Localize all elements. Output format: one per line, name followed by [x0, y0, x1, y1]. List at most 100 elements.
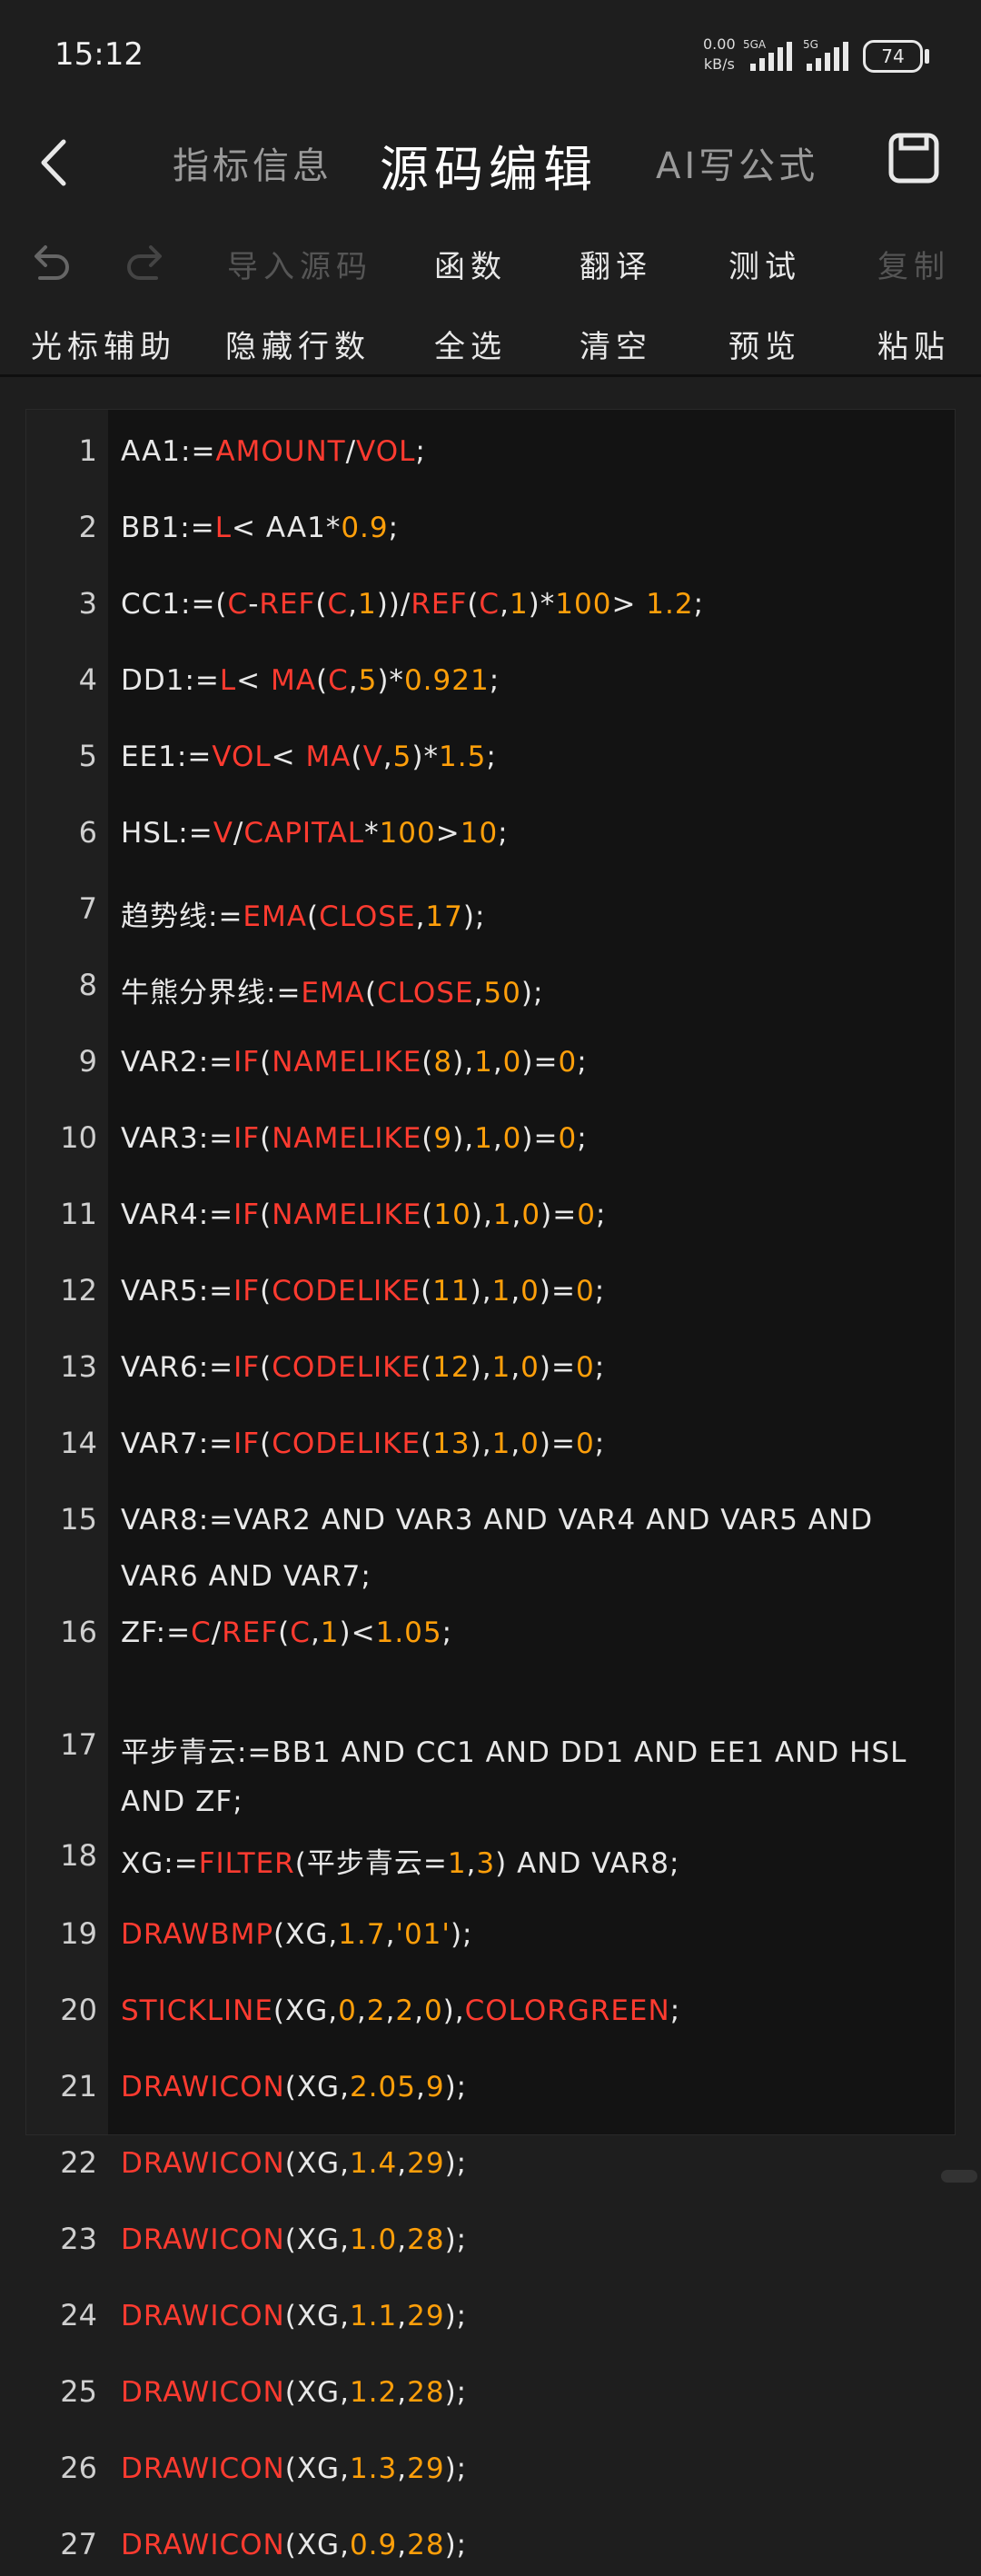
code-text: HSL:=V/CAPITAL*100>10;: [121, 817, 509, 850]
line-number: 5: [78, 739, 97, 773]
line-number: 6: [78, 815, 97, 850]
code-line[interactable]: 13 VAR6:=IF(CODELIKE(12),1,0)=0;: [26, 1344, 956, 1398]
status-bar: 15:12 0.00 kB/s 5GA 5G 74: [0, 0, 981, 109]
code-text: DD1:=L< MA(C,5)*0.921;: [121, 664, 500, 697]
code-line[interactable]: 23 DRAWICON(XG,1.0,28);: [26, 2216, 956, 2271]
undo-button[interactable]: [22, 236, 76, 291]
redo-button[interactable]: [120, 236, 174, 291]
translate-button[interactable]: 翻译: [580, 242, 652, 286]
tab-source-edit[interactable]: 源码编辑: [380, 129, 598, 201]
tab-ai-formula[interactable]: AI写公式: [656, 136, 818, 189]
code-text: VAR7:=IF(CODELIKE(13),1,0)=0;: [121, 1427, 606, 1460]
status-time: 15:12: [54, 36, 144, 73]
code-line[interactable]: 15 VAR8:=VAR2 AND VAR3 AND VAR4 AND VAR5 …: [26, 1497, 956, 1593]
line-number: 1: [78, 433, 97, 468]
code-line[interactable]: 22 DRAWICON(XG,1.4,29);: [26, 2140, 956, 2194]
line-number: 14: [60, 1426, 97, 1460]
code-line[interactable]: 11 VAR4:=IF(NAMELIKE(10),1,0)=0;: [26, 1191, 956, 1246]
code-line[interactable]: 18 XG:=FILTER(平步青云=1,3) AND VAR8;: [26, 1833, 956, 1887]
code-text: 趋势线:=EMA(CLOSE,17);: [121, 900, 486, 933]
code-text: VAR2:=IF(NAMELIKE(8),1,0)=0;: [121, 1046, 588, 1079]
line-number: 3: [78, 586, 97, 621]
line-number: 19: [60, 1916, 97, 1951]
line-number: 26: [60, 2451, 97, 2485]
code-line[interactable]: 9 VAR2:=IF(NAMELIKE(8),1,0)=0;: [26, 1039, 956, 1093]
toolbar-row-1: 导入源码 函数 翻译 测试 复制: [0, 225, 981, 298]
line-number: 22: [60, 2145, 97, 2180]
code-text: DRAWBMP(XG,1.7,'01');: [121, 1918, 473, 1951]
tab-indicator-info[interactable]: 指标信息: [173, 136, 332, 189]
code-text: DRAWICON(XG,1.4,29);: [121, 2147, 468, 2180]
code-line[interactable]: 1 AA1:=AMOUNT/VOL;: [26, 428, 956, 482]
code-line[interactable]: 21 DRAWICON(XG,2.05,9);: [26, 2064, 956, 2118]
battery-cap: [925, 49, 929, 64]
code-text: VAR6:=IF(CODELIKE(12),1,0)=0;: [121, 1351, 606, 1384]
save-button[interactable]: [888, 133, 939, 184]
toolbar-divider: [0, 374, 981, 377]
code-line[interactable]: 25 DRAWICON(XG,1.2,28);: [26, 2369, 956, 2423]
code-line[interactable]: 24 DRAWICON(XG,1.1,29);: [26, 2293, 956, 2347]
code-text: VAR8:=VAR2 AND VAR3 AND VAR4 AND VAR5 AN…: [121, 1504, 874, 1537]
preview-button[interactable]: 预览: [728, 322, 801, 366]
code-line[interactable]: 3 CC1:=(C-REF(C,1))/REF(C,1)*100> 1.2;: [26, 581, 956, 635]
line-number: 16: [60, 1615, 97, 1649]
line-number: 2: [78, 510, 97, 544]
code-line[interactable]: 17 平步青云:=BB1 AND CC1 AND DD1 AND EE1 AND …: [26, 1722, 956, 1818]
code-text-continued: VAR6 AND VAR7;: [121, 1560, 372, 1593]
line-number: 4: [78, 662, 97, 697]
code-line[interactable]: 5 EE1:=VOL< MA(V,5)*1.5;: [26, 733, 956, 788]
line-number: 20: [60, 1993, 97, 2027]
code-line[interactable]: 6 HSL:=V/CAPITAL*100>10;: [26, 810, 956, 864]
line-number: 8: [78, 968, 97, 1002]
code-line[interactable]: 20 STICKLINE(XG,0,2,2,0),COLORGREEN;: [26, 1987, 956, 2042]
code-text-continued: AND ZF;: [121, 1785, 243, 1818]
code-line[interactable]: 16 ZF:=C/REF(C,1)<1.05;: [26, 1609, 956, 1664]
code-line[interactable]: 8 牛熊分界线:=EMA(CLOSE,50);: [26, 962, 956, 1017]
code-text: DRAWICON(XG,1.3,29);: [121, 2452, 468, 2485]
signal-icon-2: [807, 40, 848, 71]
code-line[interactable]: 7 趋势线:=EMA(CLOSE,17);: [26, 886, 956, 940]
code-text: XG:=FILTER(平步青云=1,3) AND VAR8;: [121, 1847, 680, 1880]
code-text: AA1:=AMOUNT/VOL;: [121, 435, 426, 468]
code-text: VAR3:=IF(NAMELIKE(9),1,0)=0;: [121, 1122, 588, 1155]
code-line[interactable]: 19 DRAWBMP(XG,1.7,'01');: [26, 1911, 956, 1965]
line-number: 15: [60, 1502, 97, 1537]
line-number: 24: [60, 2298, 97, 2332]
paste-button[interactable]: 粘贴: [877, 322, 950, 366]
back-button[interactable]: [31, 131, 85, 194]
code-line[interactable]: 4 DD1:=L< MA(C,5)*0.921;: [26, 657, 956, 711]
redo-icon: [127, 245, 162, 280]
code-line[interactable]: 12 VAR5:=IF(CODELIKE(11),1,0)=0;: [26, 1268, 956, 1322]
test-button[interactable]: 测试: [728, 242, 801, 286]
clear-button[interactable]: 清空: [580, 322, 652, 366]
code-line[interactable]: 14 VAR7:=IF(CODELIKE(13),1,0)=0;: [26, 1420, 956, 1475]
code-line[interactable]: 10 VAR3:=IF(NAMELIKE(9),1,0)=0;: [26, 1115, 956, 1169]
code-text: VAR4:=IF(NAMELIKE(10),1,0)=0;: [121, 1198, 607, 1231]
function-button[interactable]: 函数: [434, 242, 507, 286]
line-number: 11: [60, 1197, 97, 1231]
toolbar-row-2: 光标辅助 隐藏行数 全选 清空 预览 粘贴: [0, 305, 981, 378]
line-number: 27: [60, 2527, 97, 2561]
hide-line-numbers-button[interactable]: 隐藏行数: [225, 322, 371, 366]
app-header: 指标信息 源码编辑 AI写公式: [0, 109, 981, 218]
code-editor[interactable]: 1 AA1:=AMOUNT/VOL; 2 BB1:=L< AA1*0.9; 3 CC1:=…: [25, 409, 956, 2561]
cursor-assist-button[interactable]: 光标辅助: [31, 322, 176, 366]
battery-icon: 74: [863, 40, 923, 73]
code-text: DRAWICON(XG,2.05,9);: [121, 2071, 468, 2104]
select-all-button[interactable]: 全选: [434, 322, 507, 366]
code-text: ZF:=C/REF(C,1)<1.05;: [121, 1616, 453, 1649]
signal-icon: [750, 40, 792, 71]
code-line[interactable]: 26 DRAWICON(XG,1.3,29);: [26, 2445, 956, 2500]
code-line[interactable]: 2 BB1:=L< AA1*0.9;: [26, 504, 956, 559]
code-text: DRAWICON(XG,1.0,28);: [121, 2223, 468, 2256]
code-text: STICKLINE(XG,0,2,2,0),COLORGREEN;: [121, 1994, 681, 2027]
code-text: DRAWICON(XG,0.9,28);: [121, 2529, 468, 2561]
line-number: 21: [60, 2069, 97, 2104]
code-text: 平步青云:=BB1 AND CC1 AND DD1 AND EE1 AND HS…: [121, 1736, 907, 1769]
line-number: 13: [60, 1349, 97, 1384]
code-text: CC1:=(C-REF(C,1))/REF(C,1)*100> 1.2;: [121, 588, 705, 621]
copy-button[interactable]: 复制: [877, 242, 950, 286]
import-source-button[interactable]: 导入源码: [227, 242, 372, 286]
line-number: 12: [60, 1273, 97, 1308]
code-line[interactable]: 27 DRAWICON(XG,0.9,28);: [26, 2521, 956, 2576]
